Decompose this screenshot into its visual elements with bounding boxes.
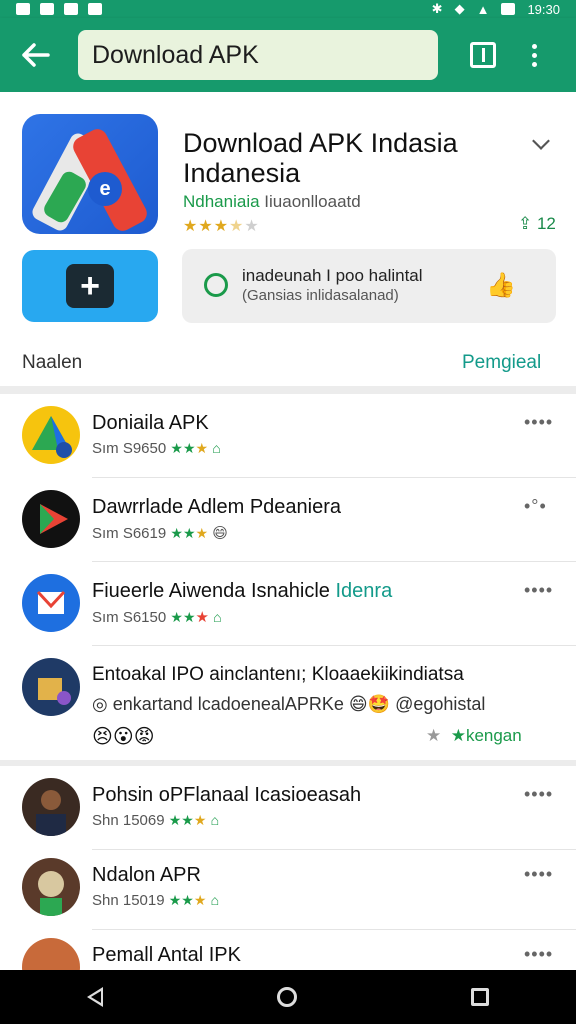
- promo-line2: (Gansias inlidasalanad): [242, 287, 399, 304]
- item-title: Dawrrlade Adlem Pdeaniera: [92, 496, 342, 518]
- item-meta: Shn 15069 ★★★ ⌂: [92, 812, 220, 829]
- more-options-icon[interactable]: ••••: [524, 944, 553, 965]
- thumbs-up-icon[interactable]: 👍: [486, 271, 516, 300]
- drive-icon: [22, 406, 80, 464]
- app-bar: Download APK: [0, 18, 576, 92]
- bluetooth-icon: ✱: [431, 1, 443, 16]
- list-item[interactable]: Pemall Antal IPK ••••: [0, 926, 576, 970]
- developer-secondary: Iiuaonlloaatd: [264, 192, 361, 211]
- nav-back-icon[interactable]: [87, 987, 103, 1007]
- rating-stars: ★★★★★: [183, 218, 260, 235]
- more-options-icon[interactable]: ••••: [524, 412, 553, 433]
- list-item[interactable]: Doniaila APK Sım S9650 ★★★ ⌂ ••••: [0, 394, 576, 478]
- item-meta: Sım S6150 ★★★ ⌂: [92, 609, 222, 626]
- list-item[interactable]: Dawrrlade Adlem Pdeaniera Sım S6619 ★★★ …: [0, 478, 576, 562]
- box-icon: [22, 658, 80, 716]
- list-item[interactable]: Fiueerle Aiwenda Isnahicle Idenra Sım S6…: [0, 562, 576, 646]
- status-notifications: [16, 3, 102, 15]
- screen: ✱ ◆ ▲ 19:30 Download APK e + Download AP…: [0, 0, 576, 1024]
- divider: [0, 386, 576, 394]
- chevron-down-icon[interactable]: [532, 132, 550, 150]
- item-title: Ndalon APR: [92, 864, 201, 886]
- hero-title: Download APK Indasia Indanesia: [183, 128, 458, 188]
- system-nav-bar: [0, 970, 576, 1024]
- developer-primary: Ndhaniaia: [183, 192, 260, 211]
- signal-icon: ▲: [476, 1, 490, 17]
- notification-icon: [64, 3, 78, 15]
- item-title: Pemall Antal IPK: [92, 944, 241, 966]
- list-item[interactable]: Entoakal IPO ainclantenı; Kloaaekiikindi…: [0, 646, 576, 760]
- nav-recents-icon[interactable]: [471, 988, 489, 1006]
- overflow-menu-icon[interactable]: [532, 43, 537, 67]
- emoji-row: 😣😮😡: [92, 726, 155, 748]
- plus-icon: +: [66, 264, 114, 308]
- item-subtitle: ◎ enkartand lcadoenealAPRKe 😄🤩 @egohista…: [92, 694, 486, 714]
- battery-icon: [501, 3, 516, 15]
- search-input[interactable]: Download APK: [78, 30, 438, 80]
- list-item[interactable]: Pohsin oPFlanaal Icasioeasah Shn 15069 ★…: [0, 766, 576, 850]
- link-icon: [204, 273, 228, 297]
- search-value: Download APK: [92, 40, 259, 69]
- app-logo-icon[interactable]: e: [22, 114, 158, 234]
- item-meta: Shn 15019 ★★★ ⌂: [92, 892, 220, 909]
- item-title: Fiueerle Aiwenda Isnahicle Idenra: [92, 580, 393, 602]
- status-time: 19:30: [527, 1, 560, 17]
- notification-icon: [40, 3, 54, 15]
- section-label: Naalen: [22, 352, 83, 373]
- wifi-icon: ◆: [454, 1, 465, 16]
- promo-line1: inadeunah I poo halintal: [242, 266, 423, 285]
- item-meta: Sım S9650 ★★★ ⌂: [92, 440, 221, 457]
- play-icon: [22, 490, 80, 548]
- status-system: ✱ ◆ ▲ 19:30: [432, 1, 560, 17]
- more-options-icon[interactable]: •°•: [524, 496, 547, 517]
- promo-card[interactable]: inadeunah I poo halintal (Gansias inlida…: [182, 249, 556, 323]
- developer-line[interactable]: Ndhaniaia Iiuaonlloaatd: [183, 192, 361, 212]
- person-icon: [22, 778, 80, 836]
- bear-icon: [22, 858, 80, 916]
- nav-home-icon[interactable]: [277, 987, 297, 1007]
- notification-icon: [88, 3, 102, 15]
- list-item[interactable]: Ndalon APR Shn 15019 ★★★ ⌂ ••••: [0, 846, 576, 930]
- more-options-icon[interactable]: ••••: [524, 864, 553, 885]
- section-link[interactable]: Pemgieal: [462, 352, 541, 374]
- download-count: ⇪ 12: [518, 214, 556, 233]
- add-button[interactable]: +: [22, 250, 158, 322]
- item-meta: Sım S6619 ★★★ 😄: [92, 525, 228, 542]
- tabs-icon[interactable]: [470, 42, 496, 68]
- more-options-icon[interactable]: ••••: [524, 580, 553, 601]
- person-icon: [22, 938, 80, 970]
- notification-icon: [16, 3, 30, 15]
- back-arrow-icon: [22, 43, 50, 67]
- item-title: Pohsin oPFlanaal Icasioeasah: [92, 784, 362, 806]
- back-button[interactable]: [14, 33, 58, 77]
- hero-card: e + Download APK Indasia Indanesia Ndhan…: [0, 92, 576, 386]
- item-title: Entoakal IPO ainclantenı; Kloaaekiikindi…: [92, 664, 464, 685]
- status-bar: ✱ ◆ ▲ 19:30: [0, 0, 576, 18]
- mail-icon: [22, 574, 80, 632]
- item-tag: ★ ★kengan: [426, 726, 522, 745]
- more-options-icon[interactable]: ••••: [524, 784, 553, 805]
- item-title: Doniaila APK: [92, 412, 209, 434]
